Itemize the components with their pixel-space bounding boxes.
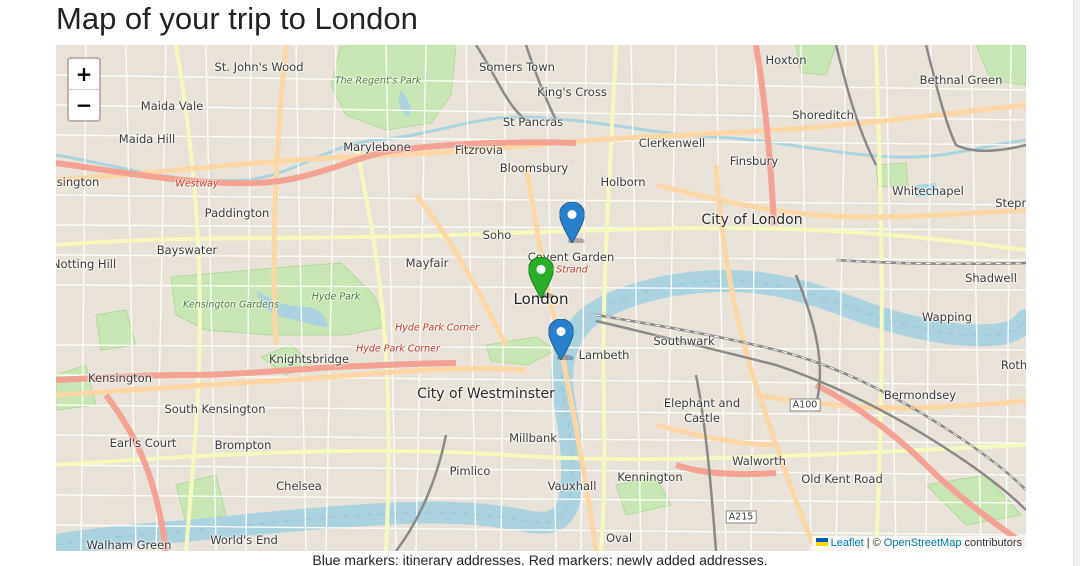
map-label-clerkenwell: Clerkenwell: [638, 136, 706, 150]
map-label-city-of-westminster: City of Westminster: [417, 386, 555, 402]
map-label-st-johns-wood: St. John's Wood: [214, 60, 304, 74]
attribution-contributors: contributors: [964, 537, 1022, 549]
map-attribution: Leaflet | © OpenStreetMap contributors: [811, 536, 1026, 551]
ukraine-flag-icon: [815, 538, 828, 546]
map-label-westway: Westway: [175, 178, 219, 190]
map-label-notting-hill: Notting Hill: [56, 257, 117, 271]
map-label-regents-park: The Regent's Park: [334, 75, 422, 87]
map-label-southwark: Southwark: [653, 334, 715, 348]
page-title: Map of your trip to London: [56, 1, 418, 36]
map-label-hyde-park: Hyde Park: [311, 291, 361, 303]
road-shield-a100: A100: [789, 398, 821, 412]
map-label-maida-hill: Maida Hill: [118, 132, 176, 146]
map-label-kensington-w: sington: [56, 175, 100, 189]
map-label-finsbury: Finsbury: [729, 154, 779, 168]
map-label-mayfair: Mayfair: [405, 256, 449, 270]
map-label-soho: Soho: [482, 228, 512, 242]
blue-marker-icon[interactable]: [559, 202, 585, 243]
map-label-pimlico: Pimlico: [449, 464, 491, 478]
map-label-south-kensington: South Kensington: [164, 402, 266, 416]
scrollbar[interactable]: [1073, 0, 1080, 566]
map-label-brompton: Brompton: [214, 438, 272, 452]
road-shield-a215: A215: [725, 510, 757, 524]
map-label-hyde-park-corner-1: Hyde Park Corner: [395, 322, 479, 334]
map-label-bermondsey: Bermondsey: [883, 388, 957, 402]
openstreetmap-link[interactable]: OpenStreetMap: [884, 537, 962, 549]
map-label-worlds-end: World's End: [210, 533, 278, 547]
map-label-wapping: Wapping: [921, 310, 973, 324]
map-label-millbank: Millbank: [509, 431, 557, 445]
map-label-knightsbridge: Knightsbridge: [268, 352, 350, 366]
map-label-stepney: Stepn: [995, 196, 1026, 210]
zoom-out-button[interactable]: −: [69, 89, 99, 120]
blue-marker-icon[interactable]: [548, 319, 574, 360]
map-label-maida-vale: Maida Vale: [140, 99, 204, 113]
map-label-old-kent-road: Old Kent Road: [801, 472, 883, 486]
map-label-fitzrovia: Fitzrovia: [454, 143, 504, 157]
map-label-castle: Castle: [684, 411, 720, 425]
map-label-hoxton: Hoxton: [765, 53, 807, 67]
map-label-holborn: Holborn: [600, 175, 646, 189]
map-label-oval: Oval: [605, 531, 633, 545]
map-label-kensington: Kensington: [88, 371, 152, 385]
map-label-strand: Strand: [556, 264, 588, 276]
zoom-in-button[interactable]: +: [69, 59, 99, 89]
page: Map of your trip to London St. John's Wo…: [0, 0, 1080, 566]
attribution-separator: | ©: [866, 537, 881, 549]
map-label-elephant-and: Elephant and: [663, 396, 741, 410]
green-marker-icon[interactable]: [528, 257, 554, 298]
map-caption: Blue markers: itinerary addresses. Red m…: [312, 552, 768, 566]
map-label-kings-cross: King's Cross: [537, 85, 607, 99]
map-label-whitechapel: Whitechapel: [892, 184, 964, 198]
map-label-st-pancras: St Pancras: [502, 115, 564, 129]
zoom-control: + −: [67, 57, 101, 122]
map-label-rotherhithe: Roth: [1000, 358, 1026, 372]
map-label-shadwell: Shadwell: [965, 271, 1017, 285]
map-label-chelsea: Chelsea: [276, 479, 322, 493]
map-label-paddington: Paddington: [204, 206, 270, 220]
map-label-lambeth: Lambeth: [578, 348, 630, 362]
map-label-bayswater: Bayswater: [156, 243, 218, 257]
map-label-somers-town: Somers Town: [479, 60, 555, 74]
map-label-vauxhall: Vauxhall: [547, 479, 597, 493]
map-label-hyde-park-corner-2: Hyde Park Corner: [356, 343, 440, 355]
map-label-kennington: Kennington: [617, 470, 683, 484]
map-label-kensington-gardens: Kensington Gardens: [183, 299, 279, 311]
map-label-walworth: Walworth: [732, 454, 786, 468]
map-label-earls-court: Earl's Court: [109, 436, 177, 450]
map-label-marylebone: Marylebone: [343, 140, 411, 154]
map-label-bloomsbury: Bloomsbury: [499, 161, 569, 175]
leaflet-link[interactable]: Leaflet: [831, 537, 864, 549]
map-label-city-of-london: City of London: [701, 212, 803, 228]
map-label-shoreditch: Shoreditch: [792, 108, 854, 122]
map-label-walham-green: Walham Green: [86, 538, 172, 551]
map-label-bethnal-green: Bethnal Green: [919, 73, 1003, 87]
map-container[interactable]: St. John's Wood Somers Town Hoxton Bethn…: [56, 45, 1026, 551]
